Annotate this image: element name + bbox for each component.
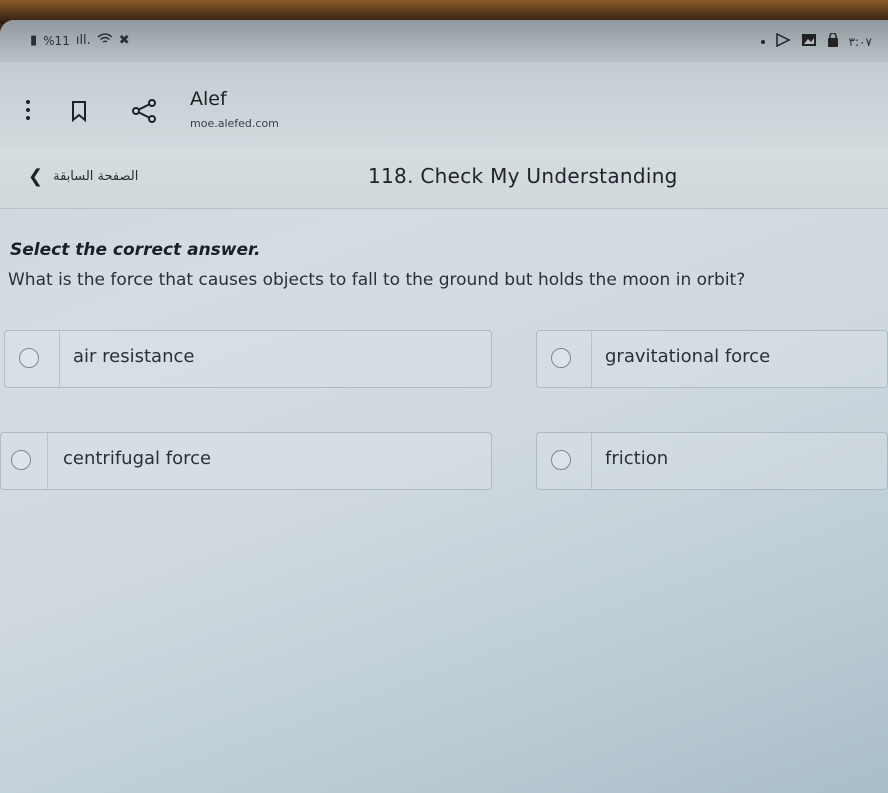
answer-option-centrifugal-force[interactable]: centrifugal force [0, 432, 492, 490]
option-divider [47, 433, 48, 489]
question-text: What is the force that causes objects to… [8, 270, 746, 290]
overflow-menu-button[interactable] [22, 100, 34, 122]
signal-icon: ıll. [75, 33, 91, 48]
option-divider [591, 331, 592, 387]
dot-icon [26, 108, 30, 112]
mute-icon: ✖ [118, 33, 130, 48]
notification-dot-icon [760, 40, 765, 44]
status-right: ٣:٠٧ [760, 32, 872, 51]
option-divider [591, 433, 592, 489]
answer-label: centrifugal force [63, 448, 212, 469]
answer-label: gravitational force [605, 346, 771, 367]
radio-button[interactable] [11, 450, 31, 470]
share-button[interactable] [130, 98, 158, 124]
status-bar: ▮ %11 ıll. ✖ ٣:٠٧ [0, 20, 888, 62]
gallery-icon [801, 33, 817, 51]
status-left: ▮ %11 ıll. ✖ [30, 33, 130, 49]
lock-icon [827, 32, 839, 51]
lesson-nav: ❮ الصفحة السابقة 118. Check My Understan… [0, 150, 888, 209]
previous-page-label: الصفحة السابقة [53, 169, 139, 184]
app-header: Alef moe.alefed.com [0, 62, 888, 150]
clock: ٣:٠٧ [848, 35, 872, 49]
page-title: 118. Check My Understanding [368, 164, 678, 188]
bookmark-button[interactable] [68, 100, 90, 123]
previous-page-link[interactable]: ❮ الصفحة السابقة [28, 166, 138, 187]
dot-icon [26, 116, 30, 120]
chevron-left-icon: ❮ [28, 166, 44, 187]
screen: ▮ %11 ıll. ✖ ٣:٠٧ Alef moe.alefed.com ❮ … [0, 20, 888, 793]
answer-option-gravitational-force[interactable]: gravitational force [536, 330, 888, 388]
answer-option-air-resistance[interactable]: air resistance [4, 330, 492, 388]
radio-button[interactable] [551, 450, 571, 470]
bookmark-icon [72, 101, 86, 123]
battery-percent: %11 [43, 34, 70, 48]
dot-icon [26, 100, 30, 104]
wifi-icon [97, 33, 113, 49]
site-name: Alef [190, 88, 227, 110]
answer-label: air resistance [73, 346, 195, 367]
battery-icon: ▮ [30, 33, 38, 48]
share-icon [132, 99, 156, 123]
radio-button[interactable] [19, 348, 39, 368]
radio-button[interactable] [551, 348, 571, 368]
answer-label: friction [605, 448, 669, 469]
site-url: moe.alefed.com [190, 117, 279, 130]
play-store-icon [775, 32, 791, 51]
option-divider [59, 331, 60, 387]
instruction-text: Select the correct answer. [10, 240, 261, 260]
answer-option-friction[interactable]: friction [536, 432, 888, 490]
